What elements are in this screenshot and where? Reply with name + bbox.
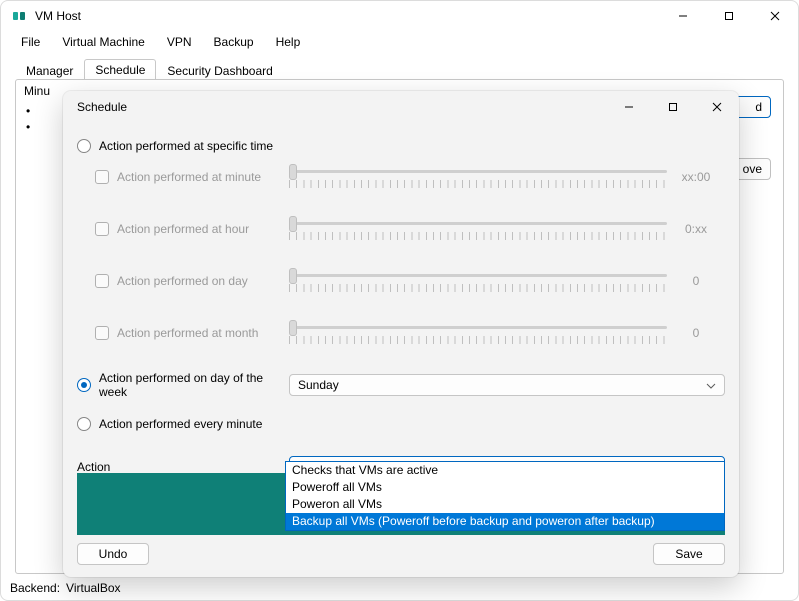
- bg-bullet: •: [26, 120, 30, 134]
- row-dow: Action performed on day of the week Sund…: [77, 371, 725, 399]
- row-day: Action performed on day 0: [77, 267, 725, 295]
- slider-minute[interactable]: [289, 162, 667, 192]
- row-specific-time: Action performed at specific time: [77, 135, 725, 157]
- chevron-down-icon: [706, 378, 716, 392]
- action-option[interactable]: Backup all VMs (Poweroff before backup a…: [286, 513, 724, 530]
- dialog-titlebar: Schedule: [63, 91, 739, 123]
- bg-peek-text: Minu: [24, 84, 50, 98]
- undo-button[interactable]: Undo: [77, 543, 149, 565]
- main-window: VM Host File Virtual Machine VPN Backup …: [0, 0, 799, 601]
- checkbox-day[interactable]: [95, 274, 109, 288]
- action-option[interactable]: Checks that VMs are active: [286, 462, 724, 479]
- checkbox-hour[interactable]: [95, 222, 109, 236]
- value-day: 0: [667, 274, 725, 288]
- label-dow: Action performed on day of the week: [99, 371, 289, 399]
- label-specific-time: Action performed at specific time: [99, 139, 273, 153]
- dialog-buttons: Undo Save: [77, 543, 725, 565]
- radio-every-minute[interactable]: [77, 417, 91, 431]
- menubar: File Virtual Machine VPN Backup Help: [1, 31, 798, 53]
- action-dropdown: Checks that VMs are active Poweroff all …: [285, 461, 725, 531]
- menu-vpn[interactable]: VPN: [157, 33, 202, 51]
- select-dow[interactable]: Sunday: [289, 374, 725, 396]
- maximize-button[interactable]: [706, 1, 752, 31]
- menu-vm[interactable]: Virtual Machine: [52, 33, 155, 51]
- schedule-dialog: Schedule Action performed at specific ti…: [63, 91, 739, 577]
- radio-dow[interactable]: [77, 378, 91, 392]
- value-minute: xx:00: [667, 170, 725, 184]
- label-day: Action performed on day: [117, 274, 248, 288]
- status-value: VirtualBox: [66, 581, 120, 595]
- action-option[interactable]: Poweroff all VMs: [286, 479, 724, 496]
- statusbar: Backend: VirtualBox: [2, 577, 797, 599]
- window-controls: [660, 1, 798, 31]
- menu-help[interactable]: Help: [266, 33, 311, 51]
- app-icon: [11, 8, 27, 24]
- minimize-button[interactable]: [660, 1, 706, 31]
- menu-file[interactable]: File: [11, 33, 50, 51]
- checkbox-month[interactable]: [95, 326, 109, 340]
- select-dow-value: Sunday: [298, 378, 339, 392]
- label-month: Action performed at month: [117, 326, 258, 340]
- value-month: 0: [667, 326, 725, 340]
- dialog-title: Schedule: [77, 100, 127, 114]
- bg-bullet: •: [26, 104, 30, 118]
- tab-security[interactable]: Security Dashboard: [156, 60, 283, 81]
- checkbox-minute[interactable]: [95, 170, 109, 184]
- menu-backup[interactable]: Backup: [204, 33, 264, 51]
- window-title: VM Host: [35, 9, 81, 23]
- close-button[interactable]: [752, 1, 798, 31]
- label-hour: Action performed at hour: [117, 222, 249, 236]
- tab-manager[interactable]: Manager: [15, 60, 84, 81]
- slider-day[interactable]: [289, 266, 667, 296]
- label-action: Action: [77, 460, 110, 474]
- slider-hour[interactable]: [289, 214, 667, 244]
- tabs: Manager Schedule Security Dashboard: [1, 57, 798, 81]
- row-minute: Action performed at minute xx:00: [77, 163, 725, 191]
- row-month: Action performed at month 0: [77, 319, 725, 347]
- save-button[interactable]: Save: [653, 543, 725, 565]
- status-label: Backend:: [10, 581, 60, 595]
- radio-specific-time[interactable]: [77, 139, 91, 153]
- value-hour: 0:xx: [667, 222, 725, 236]
- row-hour: Action performed at hour 0:xx: [77, 215, 725, 243]
- titlebar: VM Host: [1, 1, 798, 31]
- action-option[interactable]: Poweron all VMs: [286, 496, 724, 513]
- tab-schedule[interactable]: Schedule: [84, 59, 156, 81]
- dialog-minimize-button[interactable]: [607, 93, 651, 121]
- dialog-close-button[interactable]: [695, 93, 739, 121]
- dialog-maximize-button[interactable]: [651, 93, 695, 121]
- row-every-minute: Action performed every minute: [77, 413, 725, 435]
- label-minute: Action performed at minute: [117, 170, 261, 184]
- slider-month[interactable]: [289, 318, 667, 348]
- label-every-minute: Action performed every minute: [99, 417, 262, 431]
